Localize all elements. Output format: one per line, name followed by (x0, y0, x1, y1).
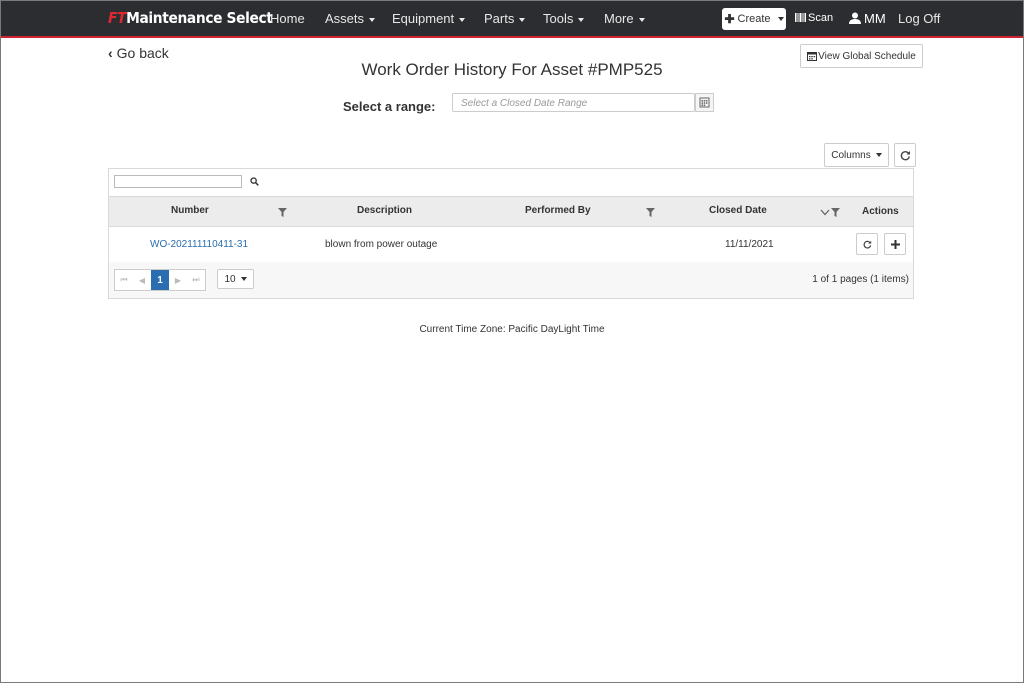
work-order-closed-date: 11/11/2021 (725, 239, 774, 250)
nav-equipment-label: Equipment (392, 11, 455, 26)
closed-date-range-input[interactable]: Select a Closed Date Range (452, 93, 695, 112)
column-header-performed-by[interactable]: Performed By (525, 205, 591, 216)
grid-refresh-button[interactable] (894, 143, 916, 167)
chevron-down-icon (459, 17, 466, 22)
sort-descending-icon[interactable] (820, 208, 830, 217)
grid-header-row: Number Description Performed By Closed D… (109, 196, 913, 227)
prev-page-icon: ◀ (138, 275, 146, 285)
go-back-link[interactable]: ‹ Go back (108, 45, 169, 61)
column-header-description[interactable]: Description (357, 205, 412, 216)
create-label: Create (737, 13, 771, 25)
filter-icon[interactable] (831, 208, 840, 217)
last-page-button[interactable]: ⏭ (187, 270, 205, 290)
nav-home[interactable]: Home (270, 11, 305, 26)
search-icon[interactable] (250, 177, 259, 186)
next-page-icon: ▶ (174, 275, 182, 285)
calendar-icon (807, 52, 818, 61)
pager-buttons: ⏮ ◀ 1 ▶ ⏭ (114, 269, 206, 291)
prev-page-button[interactable]: ◀ (133, 270, 151, 290)
columns-dropdown[interactable]: Columns (824, 143, 889, 167)
nav-more-label: More (604, 11, 634, 26)
top-navbar: FTMaintenance Select Home Assets Equipme… (1, 1, 1023, 38)
chevron-down-icon (638, 17, 645, 22)
nav-equipment[interactable]: Equipment (392, 11, 466, 26)
chevron-left-icon: ‹ (108, 45, 113, 61)
column-header-number[interactable]: Number (171, 205, 209, 216)
chevron-down-icon (777, 17, 784, 21)
page-number-button[interactable]: 1 (151, 270, 169, 290)
page-size-value: 10 (224, 273, 236, 285)
global-schedule-label: View Global Schedule (818, 50, 916, 62)
grid-search-input[interactable] (114, 175, 242, 188)
nav-assets-label: Assets (325, 11, 365, 26)
chevron-down-icon (369, 17, 376, 22)
next-page-button[interactable]: ▶ (169, 270, 187, 290)
column-header-actions: Actions (862, 206, 899, 217)
first-page-button[interactable]: ⏮ (115, 270, 133, 290)
range-label: Select a range: (343, 99, 436, 114)
nav-parts[interactable]: Parts (484, 11, 526, 26)
add-button[interactable] (884, 233, 906, 255)
timezone-text: Current Time Zone: Pacific DayLight Time (419, 324, 605, 335)
brand-name: Maintenance Select (126, 9, 273, 27)
chevron-down-icon (875, 153, 882, 157)
work-order-grid: Number Description Performed By Closed D… (108, 168, 914, 299)
work-order-description: blown from power outage (325, 239, 438, 250)
nav-parts-label: Parts (484, 11, 515, 26)
date-picker-button[interactable] (695, 93, 714, 112)
user-initials: MM (864, 11, 886, 26)
grid-pager: ⏮ ◀ 1 ▶ ⏭ 10 1 of 1 pages (1 items) (109, 262, 913, 298)
pager-info: 1 of 1 pages (1 items) (812, 274, 909, 285)
last-page-icon: ⏭ (192, 275, 200, 284)
chevron-down-icon (578, 17, 585, 22)
create-button[interactable]: ✚ Create (722, 8, 786, 30)
refresh-icon (863, 240, 871, 249)
chevron-down-icon (519, 17, 526, 22)
plus-icon: ✚ (724, 12, 735, 26)
logoff-link[interactable]: Log Off (898, 11, 940, 26)
refresh-icon (900, 150, 910, 160)
filter-icon[interactable] (278, 208, 287, 217)
go-back-label: Go back (116, 45, 169, 61)
calendar-icon (699, 97, 710, 108)
brand-logo[interactable]: FTMaintenance Select (108, 9, 273, 27)
page-size-select[interactable]: 10 (217, 269, 254, 289)
chevron-down-icon (240, 277, 247, 281)
plus-icon (890, 239, 900, 249)
work-order-number-link[interactable]: WO-202111110411-31 (150, 239, 248, 250)
barcode-icon (795, 13, 806, 22)
columns-label: Columns (831, 149, 871, 161)
nav-tools[interactable]: Tools (543, 11, 585, 26)
brand-prefix: FT (108, 9, 127, 27)
scan-label: Scan (808, 12, 834, 24)
view-global-schedule-button[interactable]: View Global Schedule (800, 44, 923, 68)
nav-tools-label: Tools (543, 11, 574, 26)
filter-icon[interactable] (646, 208, 655, 217)
nav-more[interactable]: More (604, 11, 645, 26)
table-row: WO-202111110411-31 blown from power outa… (109, 226, 913, 262)
scan-button[interactable]: Scan (795, 12, 833, 24)
user-icon (849, 12, 861, 24)
user-menu[interactable]: MM (849, 11, 886, 26)
column-header-closed-date[interactable]: Closed Date (709, 205, 767, 216)
nav-assets[interactable]: Assets (325, 11, 376, 26)
first-page-icon: ⏮ (120, 275, 128, 284)
reopen-button[interactable] (856, 233, 878, 255)
